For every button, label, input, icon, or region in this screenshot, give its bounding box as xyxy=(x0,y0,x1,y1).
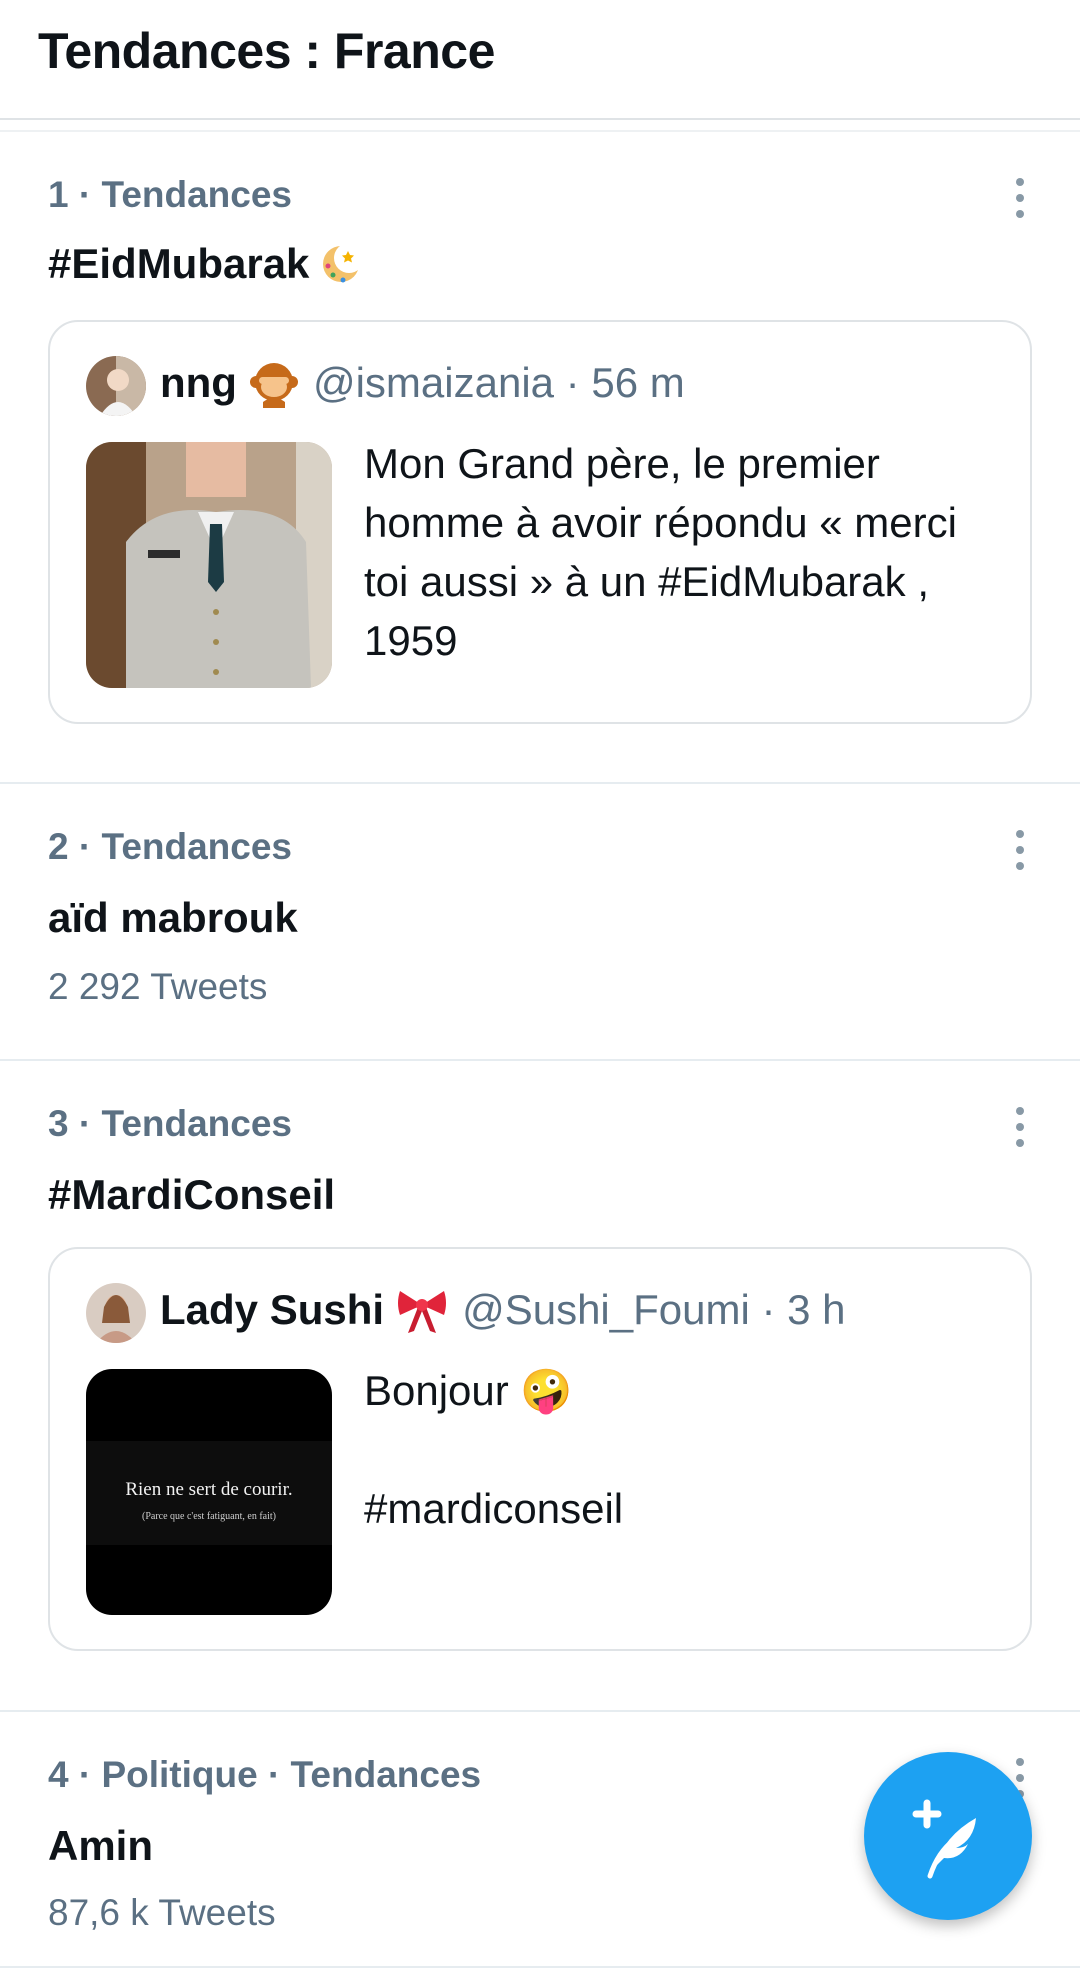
tweet-image[interactable]: Rien ne sert de courir. (Parce que c'est… xyxy=(86,1369,332,1615)
trend-name: #EidMubarak xyxy=(48,240,310,287)
tweet-image[interactable] xyxy=(86,442,332,688)
author-name[interactable]: nng xyxy=(160,359,237,407)
monkey-emoji-icon xyxy=(249,363,298,408)
avatar[interactable] xyxy=(86,1283,146,1343)
divider xyxy=(0,1966,1080,1968)
more-options-button[interactable] xyxy=(1010,1107,1030,1147)
image-caption: Rien ne sert de courir. xyxy=(125,1479,293,1500)
ribbon-emoji-icon xyxy=(398,1291,447,1333)
page-header: Tendances : France xyxy=(0,0,1080,120)
trend-meta: 2 · Tendances xyxy=(48,826,293,867)
tweet-author: Lady Sushi @Sushi_Foumi · 3 h xyxy=(160,1285,846,1335)
crescent-moon-icon xyxy=(323,243,364,283)
more-vertical-icon xyxy=(1016,1107,1024,1115)
trend-item-2[interactable]: 2 · Tendances aïd mabrouk 2 292 Tweets xyxy=(0,784,1080,1058)
compose-tweet-icon xyxy=(912,1799,976,1879)
tweet-card[interactable]: nng @ismaizania · 56 m Mon Grand père, l… xyxy=(48,320,1032,724)
page-title: Tendances : France xyxy=(38,23,495,79)
trend-meta: 4 · Politique · Tendances xyxy=(48,1754,482,1795)
trend-meta: 3 · Tendances xyxy=(48,1103,293,1144)
author-handle-time: @ismaizania · 56 m xyxy=(312,359,685,406)
more-options-button[interactable] xyxy=(1010,830,1030,870)
more-vertical-icon xyxy=(1016,178,1024,186)
tweet-author: nng @ismaizania · 56 m xyxy=(160,358,685,408)
trend-item-3[interactable]: 3 · Tendances #MardiConseil Lady Sushi @… xyxy=(0,1061,1080,1710)
more-vertical-icon xyxy=(1016,830,1024,838)
trend-name: Amin xyxy=(48,1822,153,1869)
trend-name: aïd mabrouk xyxy=(48,894,298,941)
author-name[interactable]: Lady Sushi xyxy=(160,1286,384,1334)
trend-item-1[interactable]: 1 · Tendances #EidMubarak nng @ismaizani… xyxy=(0,132,1080,782)
tweet-card[interactable]: Lady Sushi @Sushi_Foumi · 3 h Rien ne se… xyxy=(48,1247,1032,1651)
trend-name: #MardiConseil xyxy=(48,1171,336,1218)
tweet-text: Bonjour 🤪 #mardiconseil xyxy=(364,1367,624,1532)
tweet-text: Mon Grand père, le premier homme à avoir… xyxy=(364,440,969,664)
tweet-count: 2 292 Tweets xyxy=(48,966,268,1007)
avatar[interactable] xyxy=(86,356,146,416)
compose-tweet-button[interactable] xyxy=(864,1752,1032,1920)
trend-meta: 1 · Tendances xyxy=(48,174,293,215)
tweet-count: 87,6 k Tweets xyxy=(48,1892,276,1933)
author-handle-time: @Sushi_Foumi · 3 h xyxy=(462,1286,846,1333)
more-options-button[interactable] xyxy=(1010,178,1030,218)
image-subcaption: (Parce que c'est fatiguant, en fait) xyxy=(142,1511,276,1522)
